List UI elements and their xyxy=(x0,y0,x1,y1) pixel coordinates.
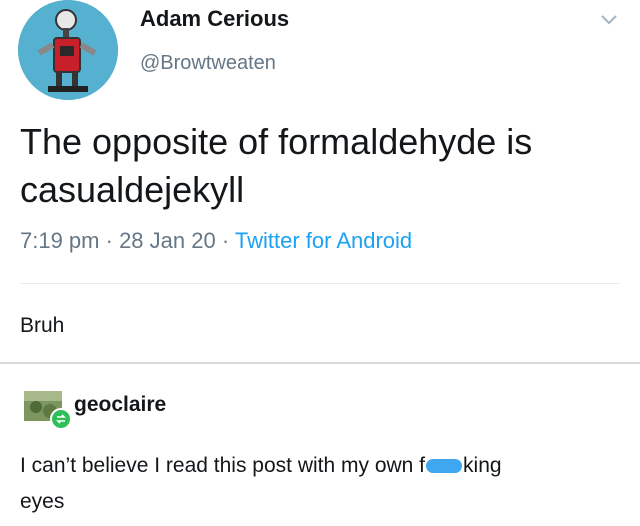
tweet-text-line-1: The opposite of formaldehyde is xyxy=(20,121,533,162)
reblog-text-line-1: I can’t believe I read this post with my… xyxy=(20,448,620,484)
reblog-text-part: I can’t believe I read this post with my… xyxy=(20,454,426,477)
meta-separator: · xyxy=(215,228,235,253)
meta-separator: · xyxy=(99,228,120,253)
tweet-source-link[interactable]: Twitter for Android xyxy=(235,228,412,253)
censor-mark xyxy=(426,459,463,474)
reblog-username[interactable]: geoclaire xyxy=(74,393,166,417)
robot-avatar-icon xyxy=(18,0,118,100)
tweet-time[interactable]: 7:19 pm xyxy=(20,228,100,253)
tweet-meta: 7:19 pm · 28 Jan 20 · Twitter for Androi… xyxy=(20,228,412,254)
chevron-down-icon[interactable] xyxy=(596,10,622,30)
reply-text: Bruh xyxy=(20,314,65,337)
tweet-card: Adam Cerious @Browtweaten The opposite o… xyxy=(0,0,640,288)
tweet-text: The opposite of formaldehyde is casualde… xyxy=(20,118,620,214)
author-handle[interactable]: @Browtweaten xyxy=(140,52,276,75)
reblog-icon xyxy=(50,408,72,430)
author-name[interactable]: Adam Cerious xyxy=(140,6,289,32)
avatar[interactable] xyxy=(18,0,118,100)
tweet-text-line-2: casualdejekyll xyxy=(20,169,245,210)
divider xyxy=(20,283,620,284)
reblog-text-line-2: eyes xyxy=(20,490,65,513)
reblog-text: I can’t believe I read this post with my… xyxy=(20,448,620,520)
post-divider xyxy=(0,362,640,364)
reblog-text-part: king xyxy=(463,454,502,477)
tweet-date[interactable]: 28 Jan 20 xyxy=(119,228,216,253)
